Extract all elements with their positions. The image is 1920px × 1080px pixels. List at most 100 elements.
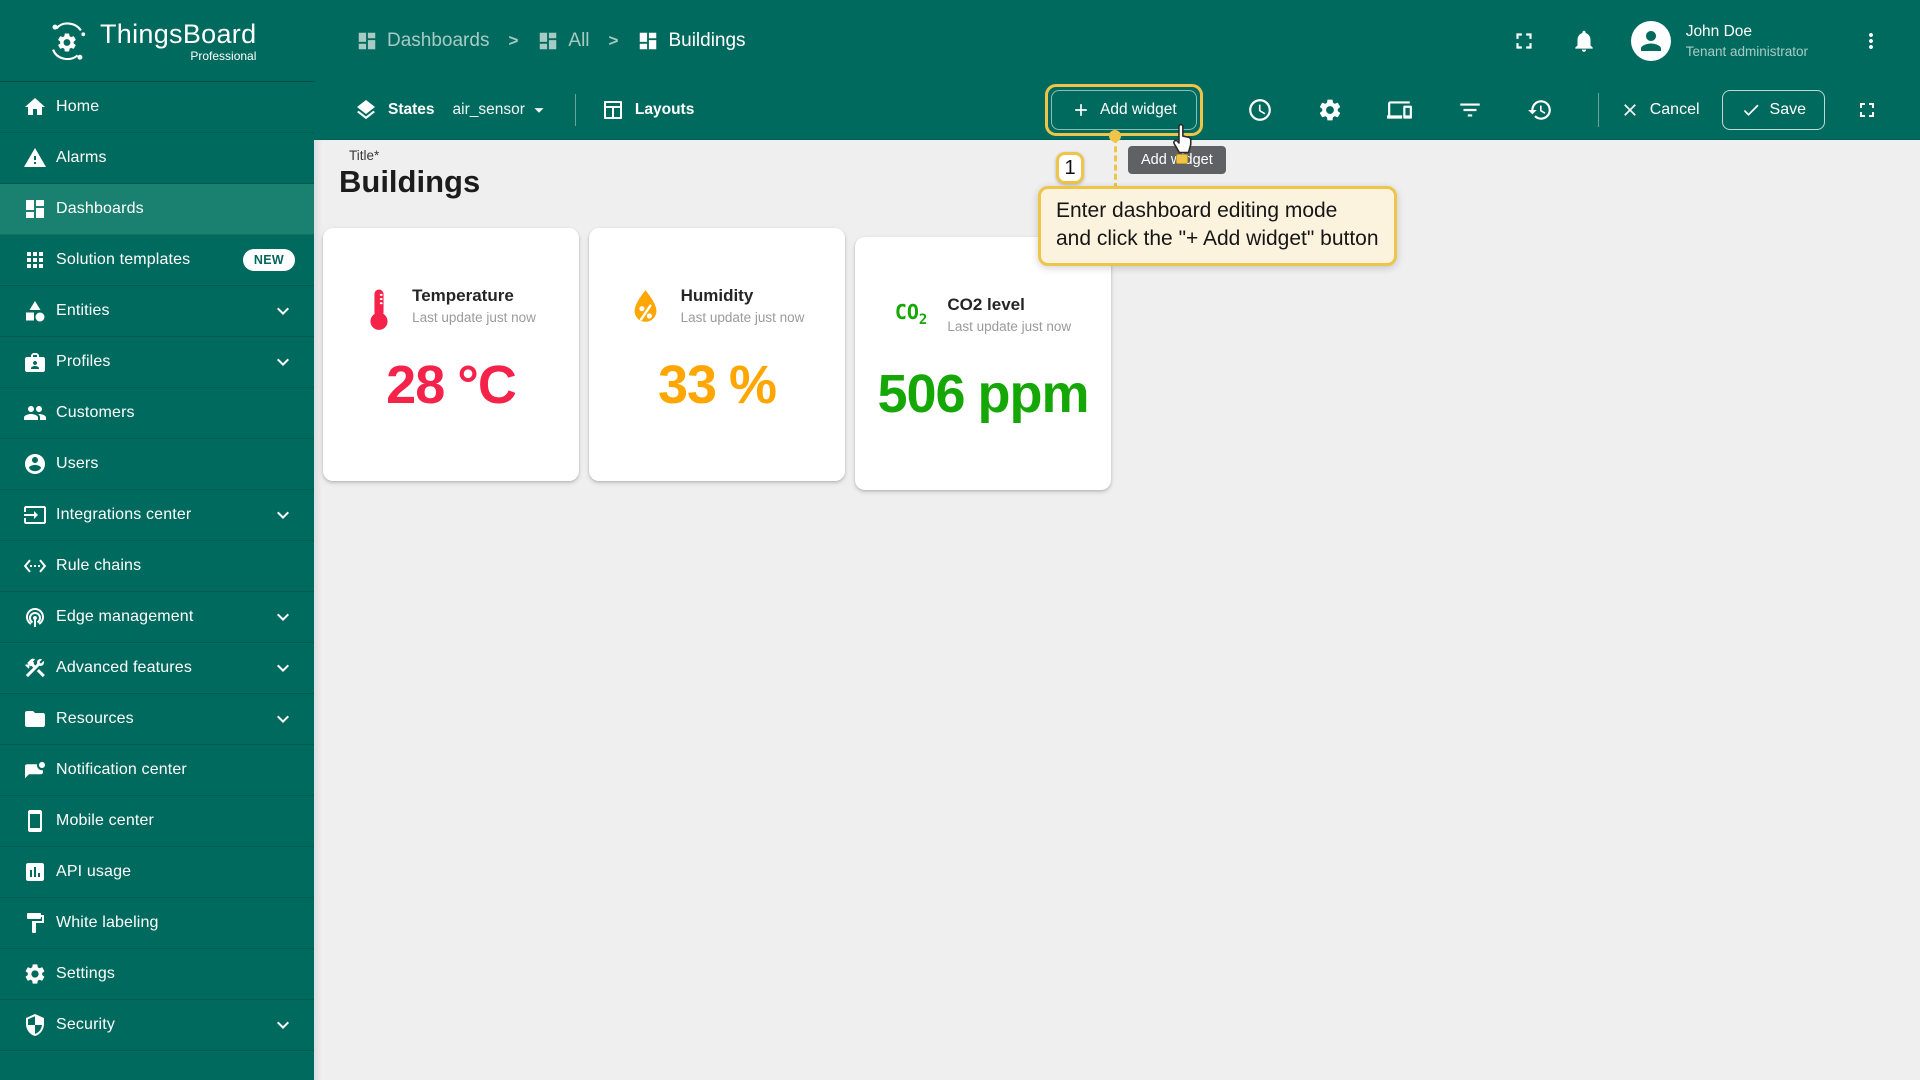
sidebar-item-notification-center[interactable]: Notification center	[0, 745, 314, 796]
widget-card-humidity[interactable]: Humidity Last update just now 33%	[589, 228, 845, 481]
resources-folder-icon	[23, 707, 47, 731]
widget-card-temperature[interactable]: Temperature Last update just now 28 °C	[323, 228, 579, 481]
save-button[interactable]: Save	[1721, 90, 1825, 130]
settings-gear-icon	[23, 962, 47, 986]
advanced-features-icon	[23, 656, 47, 680]
state-value: air_sensor	[452, 101, 525, 118]
breadcrumb: Dashboards > All > Buildings	[356, 30, 746, 52]
sidebar-item-security[interactable]: Security	[0, 1000, 314, 1051]
dashboard-settings-icon[interactable]	[1317, 97, 1343, 123]
sidebar-item-api-usage[interactable]: API usage	[0, 847, 314, 898]
sidebar-menu: Home Alarms Dashboards Solution template…	[0, 81, 314, 1080]
co2-icon: CO2	[894, 300, 928, 328]
toolbar-divider	[574, 94, 576, 126]
add-widget-button[interactable]: Add widget	[1051, 90, 1197, 130]
dashboard-edit-toolbar: States air_sensor Layouts Add widget Can…	[314, 81, 1920, 140]
sidebar-item-solution-templates[interactable]: Solution templates NEW	[0, 235, 314, 286]
widget-subtitle: Last update just now	[412, 310, 536, 325]
widget-title: Humidity	[680, 286, 754, 305]
state-select[interactable]: air_sensor	[453, 99, 550, 121]
new-badge: NEW	[242, 249, 295, 271]
version-history-icon[interactable]	[1527, 97, 1553, 123]
home-icon	[23, 95, 47, 119]
more-vert-icon[interactable]	[1864, 28, 1878, 54]
chevron-down-icon	[271, 707, 295, 731]
thingsboard-app: ThingsBoard Professional Dashboards > Al…	[0, 0, 1920, 1080]
title-field-label: Title*	[349, 148, 380, 163]
sidebar-item-dashboards[interactable]: Dashboards	[0, 184, 314, 235]
dashboards-icon	[637, 30, 659, 52]
bell-icon[interactable]	[1571, 28, 1597, 54]
layouts-label[interactable]: Layouts	[635, 101, 694, 119]
edge-management-icon	[23, 605, 47, 629]
check-icon	[1741, 100, 1761, 120]
sidebar-item-entities[interactable]: Entities	[0, 286, 314, 337]
sidebar-item-customers[interactable]: Customers	[0, 388, 314, 439]
entities-icon	[23, 299, 47, 323]
sidebar-item-advanced-features[interactable]: Advanced features	[0, 643, 314, 694]
notification-icon	[23, 758, 47, 782]
avatar[interactable]	[1630, 20, 1671, 61]
profiles-icon	[23, 350, 47, 374]
app-edition: Professional	[190, 48, 257, 63]
sidebar-item-mobile-center[interactable]: Mobile center	[0, 796, 314, 847]
fullscreen-icon[interactable]	[1511, 28, 1537, 54]
chevron-down-icon	[271, 605, 295, 629]
thingsboard-logo-icon	[44, 18, 90, 64]
sidebar-item-settings[interactable]: Settings	[0, 949, 314, 1000]
widget-value: 506 ppm	[877, 364, 1089, 424]
widget-title: CO2 level	[947, 295, 1025, 314]
customers-icon	[23, 401, 47, 425]
sidebar-item-edge-management[interactable]: Edge management	[0, 592, 314, 643]
breadcrumb-separator: >	[508, 30, 519, 50]
entity-aliases-icon[interactable]	[1386, 97, 1413, 123]
chevron-down-icon	[271, 299, 295, 323]
layers-icon	[354, 98, 378, 122]
cancel-button[interactable]: Cancel	[1620, 100, 1700, 120]
widget-value: 28 °C	[386, 355, 517, 415]
security-shield-icon	[23, 1013, 47, 1037]
filter-icon[interactable]	[1457, 97, 1483, 123]
user-info[interactable]: John Doe Tenant administrator	[1686, 23, 1808, 59]
header-actions: John Doe Tenant administrator	[1511, 20, 1920, 61]
states-label[interactable]: States	[388, 101, 435, 119]
layouts-icon	[601, 98, 625, 122]
sidebar-item-resources[interactable]: Resources	[0, 694, 314, 745]
breadcrumb-item[interactable]: Dashboards	[356, 30, 489, 52]
sidebar-item-white-labeling[interactable]: White labeling	[0, 898, 314, 949]
widget-subtitle: Last update just now	[680, 310, 805, 325]
mobile-icon	[23, 809, 47, 833]
sidebar-item-users[interactable]: Users	[0, 439, 314, 490]
sidebar-item-alarms[interactable]: Alarms	[0, 133, 314, 184]
dashboards-icon	[356, 30, 378, 52]
integrations-icon	[23, 503, 47, 527]
tour-highlight-ring: Add widget	[1045, 84, 1203, 136]
user-role: Tenant administrator	[1685, 43, 1808, 59]
time-window-icon[interactable]	[1247, 97, 1273, 123]
dashboard-title[interactable]: Buildings	[339, 164, 480, 200]
sidebar-item-rule-chains[interactable]: Rule chains	[0, 541, 314, 592]
toolbar-divider	[1597, 93, 1599, 127]
chevron-down-icon	[271, 350, 295, 374]
widget-subtitle: Last update just now	[947, 319, 1072, 334]
top-header: ThingsBoard Professional Dashboards > Al…	[0, 0, 1920, 81]
sidebar-item-profiles[interactable]: Profiles	[0, 337, 314, 388]
sidebar-item-home[interactable]: Home	[0, 82, 314, 133]
users-icon	[23, 452, 47, 476]
thermometer-icon	[366, 286, 392, 332]
widget-value: 33%	[657, 355, 777, 415]
widget-title: Temperature	[412, 286, 514, 305]
alarms-warning-icon	[23, 146, 47, 170]
plus-icon	[1071, 100, 1091, 120]
dashboard-fullscreen-icon[interactable]	[1855, 98, 1879, 122]
app-logo[interactable]: ThingsBoard Professional	[0, 18, 314, 64]
widget-card-co2[interactable]: CO2 CO2 level Last update just now 506 pp…	[855, 237, 1111, 490]
white-labeling-icon	[23, 911, 47, 935]
breadcrumb-item[interactable]: Buildings	[637, 30, 746, 52]
sidebar-item-integrations-center[interactable]: Integrations center	[0, 490, 314, 541]
user-name: John Doe	[1685, 22, 1753, 40]
breadcrumb-item[interactable]: All	[537, 30, 590, 52]
dashboard-canvas: Title* Buildings Temperature Last update…	[314, 140, 1920, 1080]
breadcrumb-separator: >	[608, 30, 619, 50]
chevron-down-icon	[271, 503, 295, 527]
